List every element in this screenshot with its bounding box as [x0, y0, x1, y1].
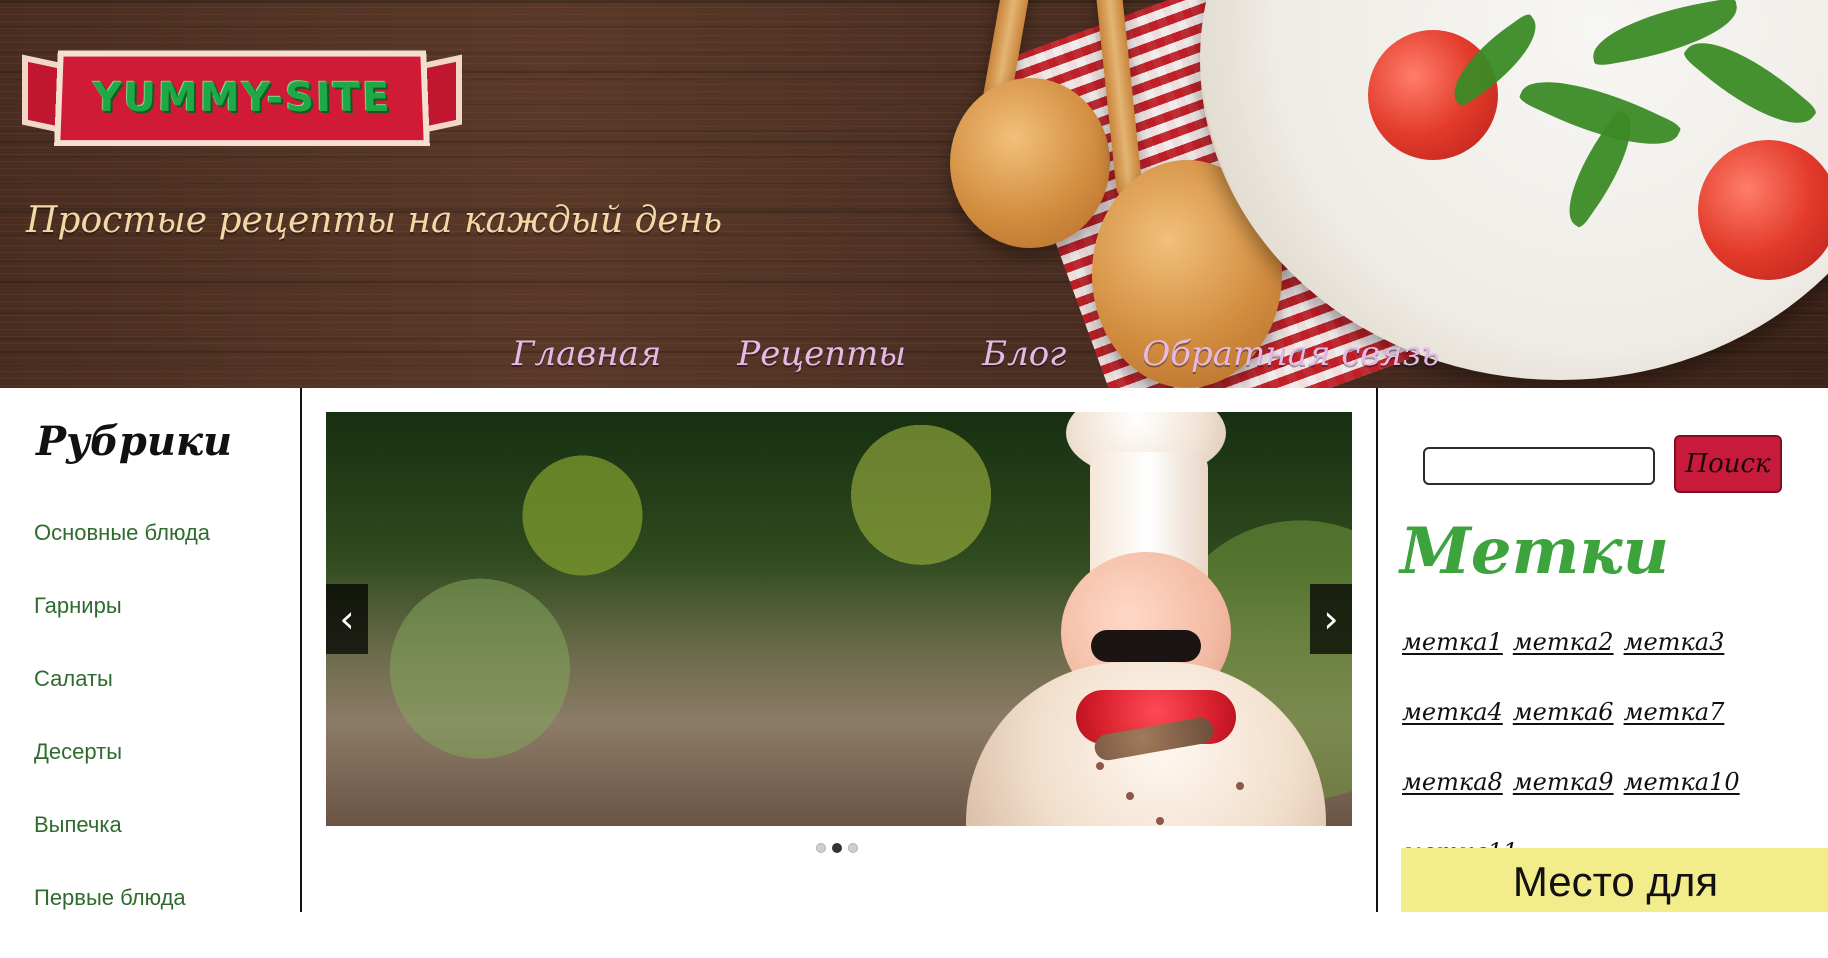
- carousel-prev-button[interactable]: ‹: [326, 584, 368, 654]
- category-link[interactable]: Салаты: [34, 666, 210, 739]
- category-link[interactable]: Десерты: [34, 739, 210, 812]
- tomato-2: [1698, 140, 1828, 280]
- site-header: YUMMY-SITE Простые рецепты на каждый ден…: [0, 0, 1828, 388]
- tag-link[interactable]: метка8: [1402, 768, 1503, 796]
- carousel-indicators: [816, 843, 858, 853]
- category-link[interactable]: Первые блюда: [34, 885, 210, 958]
- site-tagline: Простые рецепты на каждый день: [26, 200, 723, 241]
- right-sidebar: Поиск Метки метка1 метка2 метка3 метка4 …: [1376, 388, 1828, 912]
- tag-link[interactable]: метка6: [1513, 698, 1614, 726]
- tag-link[interactable]: метка9: [1513, 768, 1614, 796]
- ad-placeholder: Место для: [1401, 848, 1828, 912]
- carousel-indicator-3[interactable]: [848, 843, 858, 853]
- category-link[interactable]: Гарниры: [34, 593, 210, 666]
- chef-figurine-image: [906, 412, 1326, 826]
- tag-link[interactable]: метка7: [1624, 698, 1725, 726]
- main-navigation: Главная Рецепты Блог Обратная связь: [512, 334, 1440, 374]
- logo-ribbon: YUMMY-SITE: [54, 50, 430, 147]
- left-sidebar: Рубрики Основные блюда Гарниры Салаты Де…: [0, 388, 302, 912]
- search-button[interactable]: Поиск: [1674, 435, 1782, 493]
- ad-text: Место для: [1512, 858, 1719, 905]
- tag-link[interactable]: метка1: [1402, 628, 1503, 656]
- tag-link[interactable]: метка3: [1624, 628, 1725, 656]
- nav-link-home[interactable]: Главная: [512, 334, 661, 374]
- chevron-right-icon: ›: [1323, 597, 1339, 641]
- tag-link[interactable]: метка4: [1402, 698, 1503, 726]
- tag-link[interactable]: метка2: [1513, 628, 1614, 656]
- category-link[interactable]: Основные блюда: [34, 520, 210, 593]
- carousel-indicator-2[interactable]: [832, 843, 842, 853]
- carousel-indicator-1[interactable]: [816, 843, 826, 853]
- search-input[interactable]: [1423, 447, 1655, 485]
- chef-button-2: [1126, 792, 1134, 800]
- logo-text: YUMMY-SITE: [91, 75, 393, 121]
- sidebar-title: Рубрики: [36, 418, 233, 465]
- chef-button-4: [1236, 782, 1244, 790]
- nav-link-blog[interactable]: Блог: [982, 334, 1066, 374]
- tags-title: Метки: [1400, 514, 1670, 589]
- carousel-next-button[interactable]: ›: [1310, 584, 1352, 654]
- main-content: ‹ ›: [302, 388, 1376, 912]
- tag-link[interactable]: метка10: [1624, 768, 1740, 796]
- nav-link-feedback[interactable]: Обратная связь: [1142, 334, 1439, 374]
- category-link[interactable]: Выпечка: [34, 812, 210, 885]
- category-list: Основные блюда Гарниры Салаты Десерты Вы…: [34, 520, 210, 958]
- nav-link-recipes[interactable]: Рецепты: [737, 334, 906, 374]
- chef-mustache: [1091, 630, 1201, 662]
- tag-cloud: метка1 метка2 метка3 метка4 метка6 метка…: [1402, 628, 1812, 866]
- chef-button-3: [1156, 817, 1164, 825]
- image-carousel: ‹ ›: [326, 412, 1352, 826]
- site-logo[interactable]: YUMMY-SITE: [22, 44, 462, 162]
- chef-button-1: [1096, 762, 1104, 770]
- chevron-left-icon: ‹: [339, 597, 355, 641]
- wooden-spoon-bowl-left: [950, 78, 1110, 248]
